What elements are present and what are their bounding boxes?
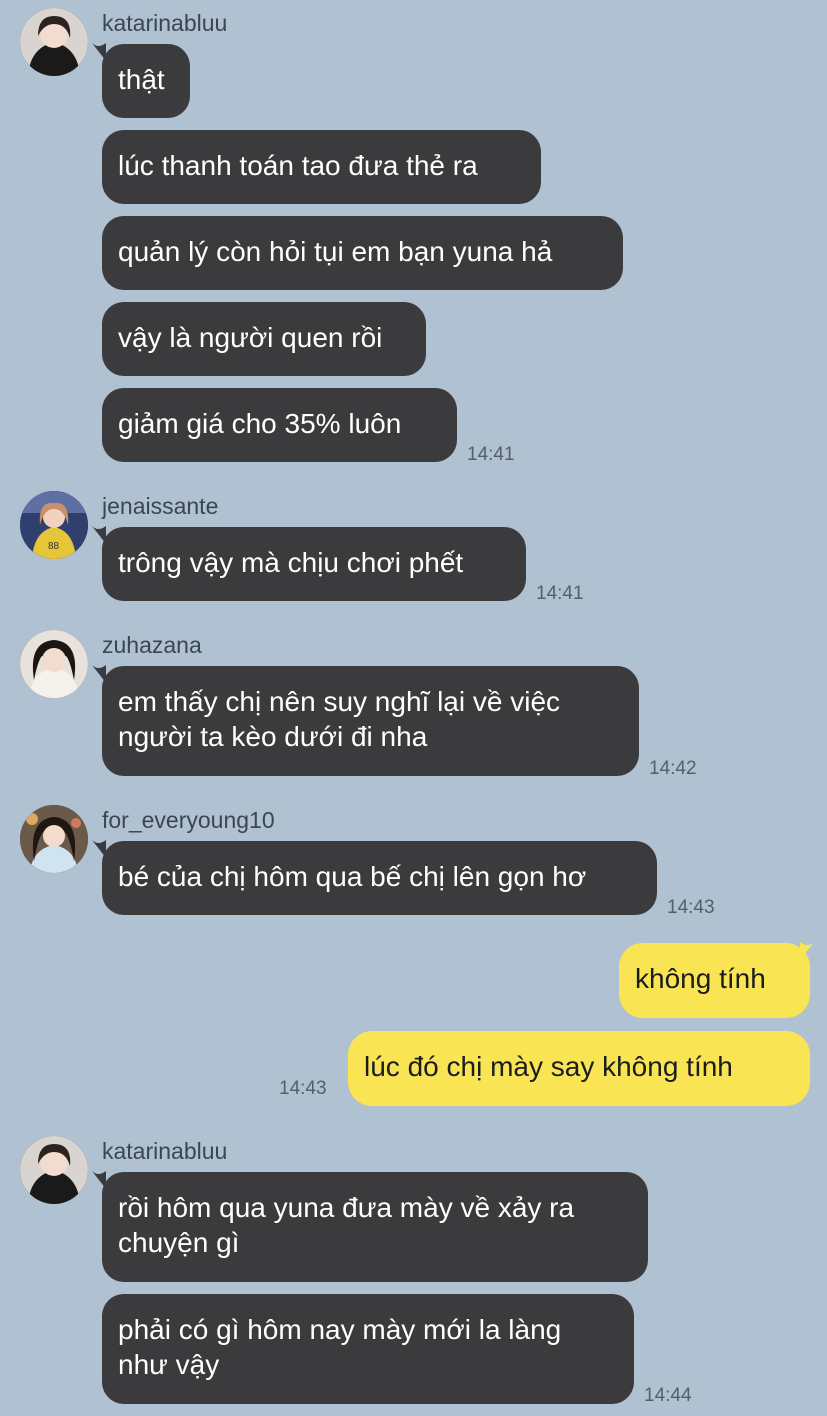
message-text: lúc đó chị mày say không tính	[364, 1051, 733, 1082]
sender-name: katarinabluu	[102, 10, 228, 36]
avatar-katarinabluu[interactable]	[20, 1136, 88, 1204]
message-bubble[interactable]: phải có gì hôm nay mày mới la làng như v…	[102, 1294, 634, 1404]
message-text: thật	[118, 64, 165, 95]
message-text: giảm giá cho 35% luôn	[118, 408, 402, 439]
sender-name: for_everyoung10	[102, 807, 275, 833]
timestamp: 14:41	[467, 444, 515, 465]
timestamp: 14:41	[536, 583, 584, 604]
svg-text:88: 88	[48, 541, 60, 552]
message-bubble[interactable]: em thấy chị nên suy nghĩ lại về việc ngư…	[102, 666, 639, 776]
avatar-for_everyoung10[interactable]	[20, 805, 88, 873]
message-bubble[interactable]: vậy là người quen rồi	[102, 302, 426, 376]
message-text: như vậy	[118, 1349, 220, 1380]
message-text: phải có gì hôm nay mày mới la làng	[118, 1314, 562, 1345]
message-text: trông vậy mà chịu chơi phết	[118, 547, 464, 578]
message-text: em thấy chị nên suy nghĩ lại về việc	[118, 686, 561, 717]
sender-name: katarinabluu	[102, 1138, 228, 1164]
timestamp: 14:43	[279, 1078, 327, 1099]
message-text: chuyện gì	[118, 1227, 240, 1258]
timestamp: 14:42	[649, 758, 697, 779]
message-text: vậy là người quen rồi	[118, 322, 383, 353]
message-bubble[interactable]: lúc thanh toán tao đưa thẻ ra	[102, 130, 541, 204]
avatar-jenaissante[interactable]: 88	[20, 491, 88, 559]
timestamp: 14:44	[644, 1385, 692, 1406]
message-text: quản lý còn hỏi tụi em bạn yuna hả	[118, 236, 553, 267]
sender-name: zuhazana	[102, 632, 202, 658]
timestamp: 14:43	[667, 897, 715, 918]
message-bubble[interactable]: thật	[102, 44, 190, 118]
sender-name: jenaissante	[102, 493, 219, 519]
message-text: bé của chị hôm qua bế chị lên gọn hơ	[118, 861, 587, 892]
message-text: không tính	[635, 963, 766, 994]
message-bubble[interactable]: bé của chị hôm qua bế chị lên gọn hơ	[102, 841, 657, 915]
avatar-zuhazana[interactable]	[20, 630, 88, 698]
message-text: rồi hôm qua yuna đưa mày về xảy ra	[118, 1192, 575, 1223]
message-bubble[interactable]: trông vậy mà chịu chơi phết	[102, 527, 526, 601]
message-bubble[interactable]: rồi hôm qua yuna đưa mày về xảy ra chuyệ…	[102, 1172, 648, 1282]
message-text: lúc thanh toán tao đưa thẻ ra	[118, 150, 478, 181]
avatar-katarinabluu[interactable]	[20, 8, 88, 76]
message-bubble[interactable]: quản lý còn hỏi tụi em bạn yuna hả	[102, 216, 623, 290]
message-text: người ta kèo dưới đi nha	[118, 721, 428, 752]
my-message-bubble[interactable]: lúc đó chị mày say không tính	[348, 1031, 810, 1106]
my-message-bubble[interactable]: không tính	[619, 943, 810, 1018]
message-bubble[interactable]: giảm giá cho 35% luôn	[102, 388, 457, 462]
chat-screen: { "messages": { "g1": { "sender": "katar…	[0, 0, 827, 1416]
